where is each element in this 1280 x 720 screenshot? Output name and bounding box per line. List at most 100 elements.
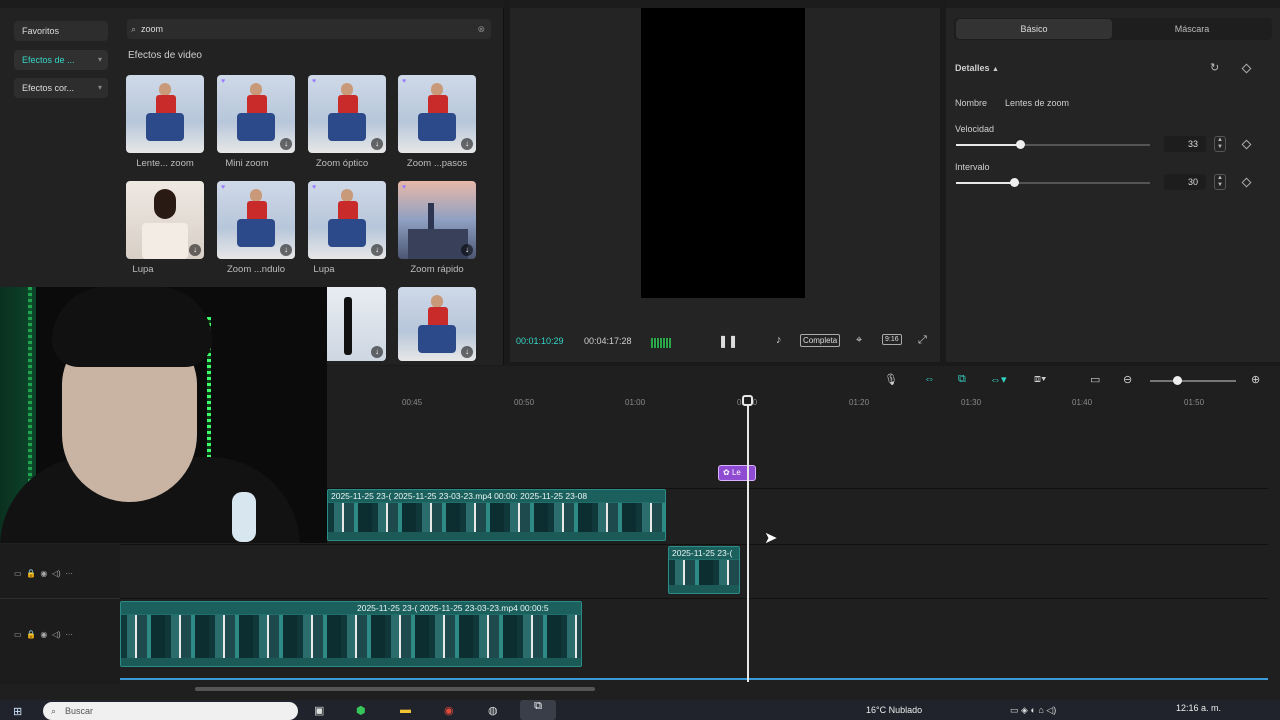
interval-value-input[interactable]: 30: [1164, 174, 1206, 190]
link-icon[interactable]: ⇔: [924, 373, 935, 385]
zoom-slider-knob[interactable]: [1173, 376, 1182, 385]
effect-thumbnail[interactable]: ↓: [398, 287, 476, 361]
zoom-in-icon[interactable]: ⊕: [1251, 373, 1260, 386]
inspector-panel: [946, 0, 1280, 362]
video-preview[interactable]: [641, 8, 805, 298]
download-icon[interactable]: ↓: [371, 138, 383, 150]
interval-stepper[interactable]: ▲ ▼: [1214, 174, 1226, 190]
microphone-icon[interactable]: 🎙: [884, 373, 898, 386]
app-icon[interactable]: ⬢: [356, 704, 366, 717]
clip-waveform: [121, 658, 581, 666]
speed-value-input[interactable]: 33: [1164, 136, 1206, 152]
effect-label: Zoom óptico: [315, 158, 369, 169]
effect-label: Mini zoom: [225, 158, 269, 169]
weather-widget[interactable]: 16°C Nublado: [866, 705, 922, 715]
track-headers: [0, 544, 120, 684]
ruler-tick: 01:20: [849, 398, 870, 407]
track-controls[interactable]: ▭ 🔒 ◉ ◁) ···: [14, 630, 73, 639]
snap-icon[interactable]: ⇔▾: [990, 373, 1007, 386]
task-view-icon[interactable]: ▣: [314, 704, 324, 717]
webcam-overlay: [0, 287, 327, 543]
category-video-effects[interactable]: Efectos de ... ▾: [14, 50, 108, 70]
windows-start-icon[interactable]: ⊞: [13, 705, 22, 718]
zoom-slider[interactable]: [1150, 380, 1236, 382]
clear-icon[interactable]: ⊗: [477, 19, 485, 39]
tab-basic[interactable]: Básico: [956, 19, 1112, 39]
search-icon: ⌕: [131, 24, 137, 34]
effect-label: Lupa: [313, 264, 335, 275]
effect-label: Lupa: [132, 264, 154, 275]
file-explorer-icon[interactable]: ▬: [400, 704, 411, 716]
download-icon[interactable]: ↓: [461, 346, 473, 358]
clip-title: 2025-11-25 23-(: [669, 547, 739, 559]
ruler-tick: 01:00: [625, 398, 646, 407]
interval-slider-knob[interactable]: [1010, 178, 1019, 187]
audio-meter: [651, 338, 671, 348]
preview-axis-icon[interactable]: ⧈▾: [1034, 373, 1046, 386]
opera-icon[interactable]: ◉: [444, 704, 454, 717]
tab-mask[interactable]: Máscara: [1114, 19, 1270, 39]
effect-thumbnail[interactable]: ♥ ↓: [398, 181, 476, 259]
video-clip[interactable]: 2025-11-25 23-(: [668, 546, 740, 594]
search-value: zoom: [141, 24, 164, 34]
speed-stepper[interactable]: ▲ ▼: [1214, 136, 1226, 152]
download-icon[interactable]: ↓: [280, 244, 292, 256]
effect-thumbnail[interactable]: ♥ ↓: [217, 181, 295, 259]
effect-thumbnail[interactable]: [126, 75, 204, 153]
pause-button[interactable]: ❚❚: [718, 334, 738, 348]
horizontal-scrollbar[interactable]: [195, 687, 595, 691]
ruler-tick: 00:50: [514, 398, 535, 407]
track-divider: [0, 598, 120, 599]
track-divider: [0, 598, 1268, 599]
download-icon[interactable]: ↓: [189, 244, 201, 256]
clip-thumbnails: [669, 560, 739, 585]
system-tray-icons[interactable]: ▭ ◈ ◐ ⌂ ◁): [1010, 705, 1056, 716]
taskbar-search[interactable]: ⌕ Buscar: [43, 702, 298, 720]
category-body-effects[interactable]: Efectos cor... ▾: [14, 78, 108, 98]
top-category-tabs[interactable]: [0, 0, 504, 8]
speed-slider-knob[interactable]: [1016, 140, 1025, 149]
effect-thumbnail[interactable]: ♥ ↓: [398, 75, 476, 153]
effect-label: Zoom rápido: [410, 264, 464, 275]
download-icon[interactable]: ↓: [371, 244, 383, 256]
player-title-bar: [510, 0, 940, 8]
details-section-header[interactable]: Detalles ▲: [955, 63, 999, 73]
track-controls[interactable]: ▭ 🔒 ◉ ◁) ···: [14, 569, 73, 578]
download-icon[interactable]: ↓: [461, 244, 473, 256]
effect-clip[interactable]: ✿ Le: [718, 465, 756, 481]
github-icon[interactable]: ◍: [488, 704, 498, 717]
effect-thumbnail[interactable]: ♥ ↓: [308, 181, 386, 259]
search-input[interactable]: ⌕ zoom ⊗: [127, 19, 491, 39]
total-time: 00:04:17:28: [584, 336, 632, 346]
effect-thumbnail[interactable]: ♥ ↓: [308, 75, 386, 153]
playhead-handle[interactable]: [742, 395, 753, 406]
capcut-taskbar-icon[interactable]: ⧉: [520, 700, 556, 720]
focus-icon[interactable]: ⌖: [856, 334, 862, 347]
effect-thumbnail[interactable]: ♥ ↓: [217, 75, 295, 153]
interval-slider-fill: [956, 182, 1014, 184]
effect-label: Zoom ...ndulo: [226, 264, 286, 275]
main-video-clip[interactable]: 2025-11-25 23-( 2025-11-25 23-03-23.mp4 …: [120, 601, 582, 667]
name-value: Lentes de zoom: [1005, 98, 1070, 108]
clip-waveform: [669, 585, 739, 593]
effect-label: Zoom ...pasos: [406, 158, 468, 169]
reset-icon[interactable]: ↻: [1210, 61, 1219, 74]
zoom-out-icon[interactable]: ⊖: [1123, 373, 1132, 386]
download-icon[interactable]: ↓: [461, 138, 473, 150]
caption-icon[interactable]: ▭: [1090, 373, 1100, 386]
effect-thumbnail[interactable]: ↓: [126, 181, 204, 259]
complete-view-button[interactable]: Completa: [800, 334, 841, 347]
capcut-editor: Favoritos Efectos de ... ▾ Efectos cor..…: [0, 0, 1280, 720]
download-icon[interactable]: ↓: [371, 346, 383, 358]
taskbar-clock[interactable]: 12:16 a. m.: [1176, 703, 1221, 713]
inspector-title-bar: [946, 0, 1280, 8]
playhead[interactable]: [747, 398, 749, 682]
fullscreen-icon[interactable]: ⤢: [918, 334, 927, 347]
category-favorites[interactable]: Favoritos: [14, 21, 108, 41]
video-clip[interactable]: 2025-11-25 23-( 2025-11-25 23-03-23.mp4 …: [327, 489, 666, 541]
favorite-icon: ♥: [402, 78, 407, 85]
aspect-ratio-button[interactable]: 9:16: [882, 334, 902, 345]
download-icon[interactable]: ↓: [280, 138, 292, 150]
tiktok-icon[interactable]: ♪: [776, 334, 782, 346]
magnet-icon[interactable]: ⧉: [958, 373, 966, 386]
